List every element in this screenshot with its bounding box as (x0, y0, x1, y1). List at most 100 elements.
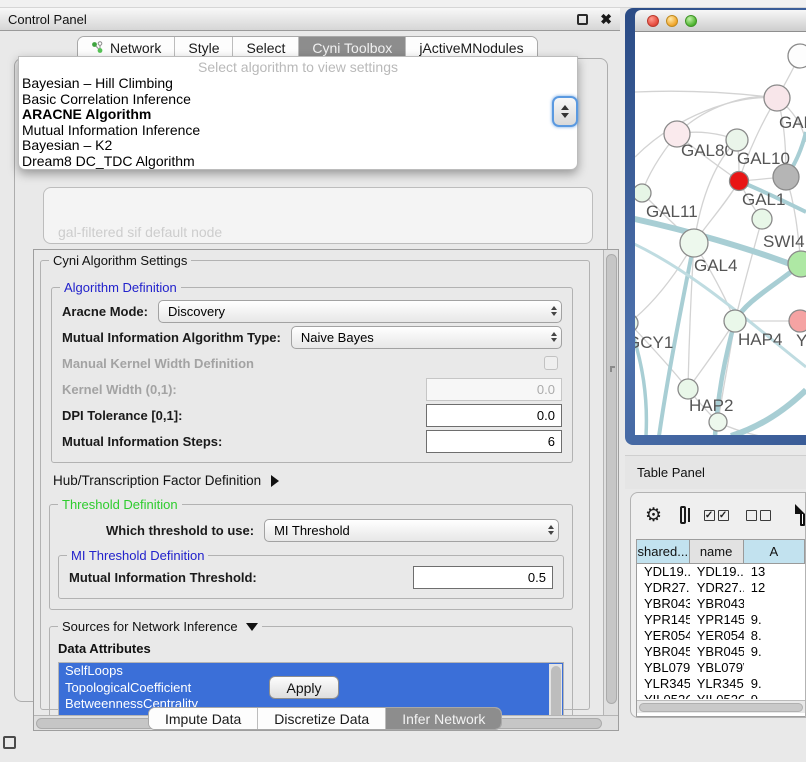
combo-arrows-icon (551, 332, 557, 342)
network-node-gal11[interactable] (635, 184, 651, 202)
manual-kernel-checkbox[interactable] (544, 356, 558, 370)
table-cell: YDL19... (637, 564, 690, 580)
popup-item[interactable]: Bayesian – K2 (19, 138, 577, 154)
network-node-hap4[interactable] (724, 310, 746, 332)
table-row[interactable]: YBL079WYBL079W (637, 660, 805, 676)
tab-style[interactable]: Style (175, 37, 233, 58)
close-icon[interactable]: ✖ (600, 14, 612, 25)
tab-cyni-toolbox[interactable]: Cyni Toolbox (299, 37, 406, 58)
disclosure-down-icon (246, 623, 258, 631)
table-panel-titlebar: Table Panel (625, 455, 806, 489)
aracne-mode-combo[interactable]: Discovery (158, 300, 562, 323)
network-node[interactable] (788, 44, 806, 68)
table-row[interactable]: YBR045CYBR045C9. (637, 644, 805, 660)
which-threshold-combo[interactable]: MI Threshold (264, 519, 559, 542)
table-row[interactable]: YER054CYER054C8. (637, 628, 805, 644)
node-label: HAP2 (689, 396, 733, 415)
network-edge[interactable] (677, 97, 777, 134)
table-row[interactable]: YBR043CYBR043C (637, 596, 805, 612)
network-node-gal10[interactable] (726, 129, 748, 151)
popup-item[interactable]: Bayesian – Hill Climbing (19, 76, 577, 92)
control-panel-bottom-tabs: Impute DataDiscretize DataInfer Network (148, 707, 502, 730)
threshold-definition-title: Threshold Definition (58, 497, 182, 512)
tab-select[interactable]: Select (233, 37, 299, 58)
table-cell: YBR045C (690, 644, 744, 660)
vertical-scrollbar[interactable] (603, 250, 618, 717)
scrollbar-thumb[interactable] (606, 254, 617, 704)
node-table: shared...nameA YDL19...YDL19...13YDR27..… (636, 539, 805, 717)
minimize-traffic-light[interactable] (666, 15, 678, 27)
popup-item[interactable]: ARACNE Algorithm (19, 107, 577, 123)
network-window-titlebar[interactable] (635, 10, 806, 32)
apply-button[interactable]: Apply (269, 676, 339, 699)
float-icon[interactable] (577, 14, 588, 25)
popup-item[interactable]: Dream8 DC_TDC Algorithm (19, 154, 577, 170)
node-label: GAL4 (694, 256, 737, 275)
network-node[interactable] (773, 164, 799, 190)
zoom-traffic-light[interactable] (685, 15, 697, 27)
tab-label: Network (110, 40, 161, 56)
dpi-tolerance-field[interactable] (426, 404, 562, 427)
document-icon[interactable] (800, 504, 805, 526)
network-source-combo[interactable]: gal-filtered sif default node (43, 187, 593, 244)
list-scrollbar[interactable] (549, 664, 562, 717)
table-row[interactable]: YDL19...YDL19...13 (637, 564, 805, 580)
gear-icon[interactable]: ⚙ (645, 504, 662, 527)
kernel-width-label: Kernel Width (0,1): (62, 382, 177, 397)
node-label: GAL1 (742, 190, 785, 209)
panel-splitter[interactable] (610, 366, 615, 372)
focused-combo-spinner[interactable] (552, 96, 578, 127)
table-row[interactable]: YPR145WYPR145W9. (637, 612, 805, 628)
network-node[interactable] (709, 413, 727, 431)
table-row[interactable]: YIL052CYIL052C9 (637, 692, 805, 699)
network-node-gal4[interactable] (680, 229, 708, 257)
table-cell: YER054C (637, 628, 690, 644)
mi-type-combo[interactable]: Naive Bayes (291, 326, 562, 349)
network-view-window: GALGAL80GAL10GAL1GAL11SWI4GAL4HAP4YGCY1H… (625, 8, 806, 445)
checked-pair-icon[interactable]: ✓✓ (704, 510, 732, 521)
network-canvas[interactable]: GALGAL80GAL10GAL1GAL11SWI4GAL4HAP4YGCY1H… (635, 32, 806, 435)
network-node-gal1[interactable] (730, 172, 749, 191)
combo-arrows-icon (551, 306, 557, 316)
window-top-edge (0, 0, 806, 8)
popup-item[interactable]: Mutual Information Inference (19, 123, 577, 139)
table-row[interactable]: YLR345WYLR345W9. (637, 676, 805, 692)
table-panel: ⚙ ✓✓ shared...nameA YDL19...YDL19...13YD… (630, 492, 806, 718)
sources-title: Sources for Network Inference (62, 619, 238, 634)
sources-disclosure[interactable]: Sources for Network Inference (58, 619, 262, 634)
table-horizontal-scrollbar[interactable] (637, 700, 805, 713)
collapsed-panel-icon[interactable] (3, 736, 16, 749)
close-traffic-light[interactable] (647, 15, 659, 27)
disclosure-right-icon (271, 475, 279, 487)
settings-scrollpane: Cyni Algorithm Settings Algorithm Defini… (33, 249, 619, 731)
column-header[interactable]: name (690, 540, 744, 563)
kernel-width-field[interactable] (426, 378, 562, 401)
table-toolbar: ⚙ ✓✓ (631, 493, 805, 537)
dpi-tolerance-label: DPI Tolerance [0,1]: (62, 408, 182, 423)
hub-definition-disclosure[interactable]: Hub/Transcription Factor Definition (53, 473, 581, 488)
network-graph[interactable]: GALGAL80GAL10GAL1GAL11SWI4GAL4HAP4YGCY1H… (635, 32, 806, 435)
bottom-tab-infer-network[interactable]: Infer Network (386, 708, 501, 729)
network-source-combo-text: gal-filtered sif default node (58, 224, 222, 240)
table-cell: YLR345W (690, 676, 744, 692)
column-header[interactable]: shared... (637, 540, 690, 563)
columns-icon[interactable] (680, 506, 685, 524)
scrollbar-thumb[interactable] (639, 703, 803, 712)
network-node-swi4[interactable] (752, 209, 772, 229)
tab-jactivemnodules[interactable]: jActiveMNodules (406, 37, 536, 58)
network-node-y[interactable] (789, 310, 806, 332)
mi-threshold-title: MI Threshold Definition (67, 548, 208, 563)
bottom-tab-impute-data[interactable]: Impute Data (149, 708, 258, 729)
table-row[interactable]: YDR27...YDR27...12 (637, 580, 805, 596)
column-header[interactable]: A (744, 540, 805, 563)
tab-network[interactable]: Network (78, 37, 175, 58)
network-edge[interactable] (731, 390, 806, 435)
algorithm-definition-title: Algorithm Definition (60, 280, 181, 295)
network-node-gal[interactable] (764, 85, 790, 111)
algorithm-definition-group: Algorithm Definition Aracne Mode: Discov… (51, 287, 573, 463)
popup-item[interactable]: Basic Correlation Inference (19, 92, 577, 108)
mi-steps-field[interactable] (426, 430, 562, 453)
unchecked-pair-icon[interactable] (746, 510, 774, 521)
mi-threshold-field[interactable] (413, 566, 553, 589)
bottom-tab-discretize-data[interactable]: Discretize Data (258, 708, 386, 729)
